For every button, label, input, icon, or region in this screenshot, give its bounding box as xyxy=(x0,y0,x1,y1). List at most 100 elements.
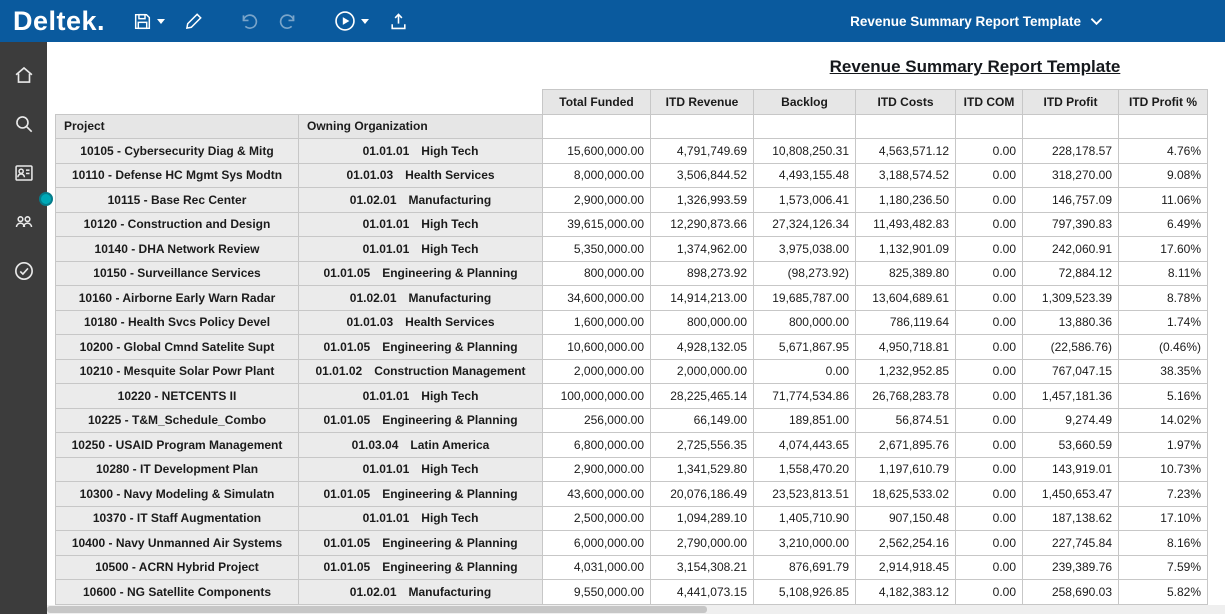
sidebar-item-home[interactable] xyxy=(13,64,35,86)
org-code: 01.02.01 xyxy=(350,585,397,599)
project-cell: 10110 - Defense HC Mgmt Sys Modtn xyxy=(56,163,299,188)
column-header: ITD Profit % xyxy=(1119,90,1208,115)
value-cell: 0.00 xyxy=(956,457,1023,482)
sidebar-item-search[interactable] xyxy=(13,113,35,135)
value-cell: 825,389.80 xyxy=(856,261,956,286)
table-row: 10370 - IT Staff Augmentation01.01.01Hig… xyxy=(56,506,1208,531)
value-cell: 1,309,523.39 xyxy=(1023,286,1119,311)
org-code: 01.01.01 xyxy=(363,389,410,403)
project-cell: 10160 - Airborne Early Warn Radar xyxy=(56,286,299,311)
org-code: 01.02.01 xyxy=(350,291,397,305)
value-cell: 17.60% xyxy=(1119,237,1208,262)
value-cell: (0.46%) xyxy=(1119,335,1208,360)
column-header: Total Funded xyxy=(543,90,651,115)
table-row: 10250 - USAID Program Management01.03.04… xyxy=(56,433,1208,458)
project-cell: 10300 - Navy Modeling & Simulatn xyxy=(56,482,299,507)
value-cell: 767,047.15 xyxy=(1023,359,1119,384)
value-cell: 898,273.92 xyxy=(651,261,754,286)
value-cell: 228,178.57 xyxy=(1023,139,1119,164)
column-header: ITD Costs xyxy=(856,90,956,115)
value-cell: 1,232,952.85 xyxy=(856,359,956,384)
value-cell: 0.00 xyxy=(956,163,1023,188)
value-cell: 14,914,213.00 xyxy=(651,286,754,311)
value-cell: 3,188,574.52 xyxy=(856,163,956,188)
check-circle-icon xyxy=(13,260,35,282)
redo-icon xyxy=(278,11,299,32)
table-row: 10180 - Health Svcs Policy Devel01.01.03… xyxy=(56,310,1208,335)
value-cell: 8,000,000.00 xyxy=(543,163,651,188)
sidebar-item-employee[interactable] xyxy=(13,162,35,184)
org-name: High Tech xyxy=(421,144,478,158)
value-cell: 20,076,186.49 xyxy=(651,482,754,507)
value-cell: 187,138.62 xyxy=(1023,506,1119,531)
owning-org-cell: 01.01.01High Tech xyxy=(299,506,543,531)
value-cell: 7.23% xyxy=(1119,482,1208,507)
org-name: High Tech xyxy=(421,462,478,476)
value-cell: 1,094,289.10 xyxy=(651,506,754,531)
value-cell: 800,000.00 xyxy=(543,261,651,286)
owning-org-cell: 01.01.05Engineering & Planning xyxy=(299,482,543,507)
project-cell: 10600 - NG Satellite Components xyxy=(56,580,299,605)
export-button[interactable] xyxy=(383,7,414,36)
org-code: 01.01.03 xyxy=(346,315,393,329)
value-cell: 143,919.01 xyxy=(1023,457,1119,482)
value-cell: 19,685,787.00 xyxy=(754,286,856,311)
redo-button[interactable] xyxy=(273,7,304,36)
value-cell: 0.00 xyxy=(956,286,1023,311)
owning-org-cell: 01.01.01High Tech xyxy=(299,212,543,237)
run-button[interactable] xyxy=(328,5,374,37)
scrollbar-thumb[interactable] xyxy=(47,606,707,613)
value-cell: 43,600,000.00 xyxy=(543,482,651,507)
owning-org-cell: 01.02.01Manufacturing xyxy=(299,580,543,605)
value-cell: 797,390.83 xyxy=(1023,212,1119,237)
save-button[interactable] xyxy=(127,7,170,36)
value-cell: 1,374,962.00 xyxy=(651,237,754,262)
sidebar-item-people[interactable] xyxy=(13,211,35,233)
org-code: 01.01.05 xyxy=(323,266,370,280)
value-cell: (22,586.76) xyxy=(1023,335,1119,360)
org-name: Engineering & Planning xyxy=(382,560,517,574)
value-cell: 39,615,000.00 xyxy=(543,212,651,237)
value-cell: 1,600,000.00 xyxy=(543,310,651,335)
value-cell: 6,800,000.00 xyxy=(543,433,651,458)
export-icon xyxy=(388,11,409,32)
table-row: 10160 - Airborne Early Warn Radar 01.02.0… xyxy=(56,286,1208,311)
project-cell: 10370 - IT Staff Augmentation xyxy=(56,506,299,531)
project-cell: 10400 - Navy Unmanned Air Systems xyxy=(56,531,299,556)
value-cell: 0.00 xyxy=(956,359,1023,384)
horizontal-scrollbar[interactable] xyxy=(47,605,1225,614)
toolbar xyxy=(127,5,414,37)
value-cell: 3,975,038.00 xyxy=(754,237,856,262)
edit-button[interactable] xyxy=(179,7,209,35)
owning-org-cell: 01.01.01High Tech xyxy=(299,139,543,164)
value-cell: 0.00 xyxy=(956,433,1023,458)
spacer-cell xyxy=(56,90,299,115)
report-template-selector[interactable]: Revenue Summary Report Template xyxy=(850,14,1103,29)
edit-pencil-icon xyxy=(184,11,204,31)
value-cell: 18,625,533.02 xyxy=(856,482,956,507)
table-row: 10220 - NETCENTS II01.01.01High Tech100,… xyxy=(56,384,1208,409)
undo-button[interactable] xyxy=(233,7,264,36)
owning-org-cell: 01.01.05Engineering & Planning xyxy=(299,531,543,556)
table-row: 10225 - T&M_Schedule_Combo01.01.05Engine… xyxy=(56,408,1208,433)
report-area: Revenue Summary Report Template Total Fu… xyxy=(47,42,1225,614)
value-cell: 2,914,918.45 xyxy=(856,555,956,580)
value-cell: 4,031,000.00 xyxy=(543,555,651,580)
panel-expand-handle[interactable] xyxy=(39,192,53,206)
org-code: 01.01.05 xyxy=(323,487,370,501)
org-code: 01.01.02 xyxy=(315,364,362,378)
value-cell: 9,550,000.00 xyxy=(543,580,651,605)
empty-cell xyxy=(1119,114,1208,139)
value-cell: 2,000,000.00 xyxy=(651,359,754,384)
sidebar-item-tasks[interactable] xyxy=(13,260,35,282)
table-row: 10210 - Mesquite Solar Powr Plant01.01.0… xyxy=(56,359,1208,384)
empty-cell xyxy=(543,114,651,139)
chevron-down-icon xyxy=(1090,17,1103,26)
value-cell: 0.00 xyxy=(956,237,1023,262)
owning-org-cell: 01.01.01High Tech xyxy=(299,384,543,409)
empty-cell xyxy=(1023,114,1119,139)
value-cell: (98,273.92) xyxy=(754,261,856,286)
value-cell: 71,774,534.86 xyxy=(754,384,856,409)
value-cell: 72,884.12 xyxy=(1023,261,1119,286)
value-cell: 12,290,873.66 xyxy=(651,212,754,237)
